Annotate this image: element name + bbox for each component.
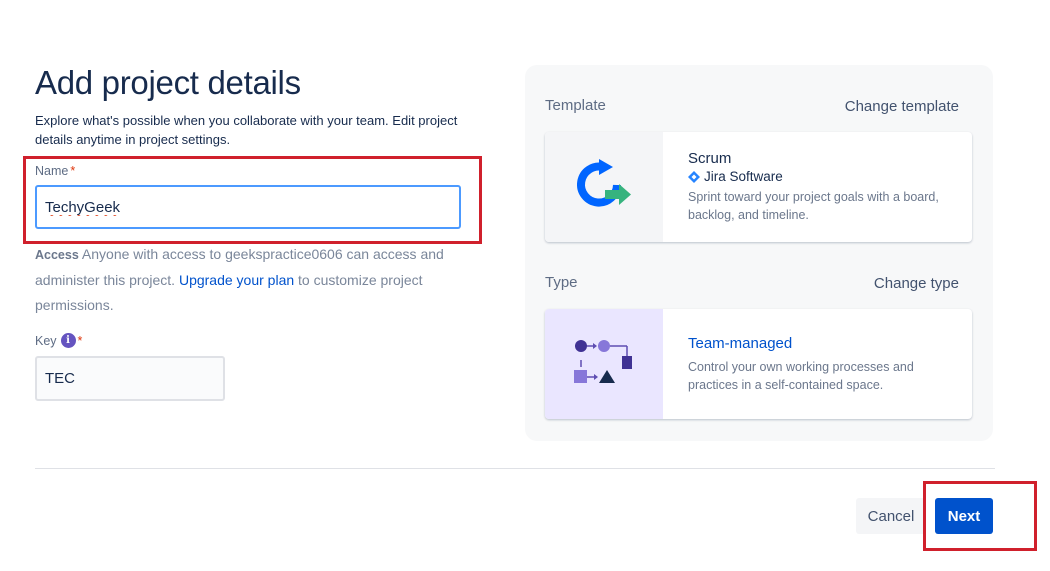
next-highlight-box — [923, 481, 1037, 551]
info-icon[interactable]: i — [60, 333, 76, 348]
scrum-illustration — [545, 132, 663, 242]
team-managed-illustration — [545, 309, 663, 419]
template-section-label: Template — [545, 97, 606, 114]
project-settings-panel: Template Change template Scrum Jira Soft… — [525, 65, 993, 441]
change-template-button[interactable]: Change template — [845, 98, 959, 115]
workflow-icon — [574, 340, 632, 383]
template-card-description: Sprint toward your project goals with a … — [688, 190, 939, 222]
access-label: Access — [35, 248, 79, 262]
upgrade-plan-link[interactable]: Upgrade your plan — [179, 272, 294, 288]
cancel-button[interactable]: Cancel — [856, 498, 926, 534]
template-product-name: Jira Software — [704, 169, 783, 184]
key-label: Key i * — [35, 333, 83, 348]
name-highlight-box — [23, 156, 482, 244]
type-card[interactable]: Team-managed Control your own working pr… — [545, 309, 972, 419]
required-mark: * — [77, 333, 83, 348]
template-card[interactable]: Scrum Jira Software Sprint toward your p… — [545, 132, 972, 242]
footer-divider — [35, 468, 995, 469]
change-type-button[interactable]: Change type — [874, 275, 959, 292]
type-card-description: Control your own working processes and p… — [688, 360, 914, 392]
jira-diamond-icon — [688, 170, 700, 183]
template-card-title: Scrum — [688, 150, 732, 167]
page-title: Add project details — [35, 64, 301, 101]
scrum-cycle-icon — [577, 159, 631, 207]
type-card-title: Team-managed — [688, 335, 793, 352]
type-section-label: Type — [545, 274, 578, 291]
page-intro: Explore what's possible when you collabo… — [35, 113, 458, 147]
key-input[interactable] — [35, 356, 225, 401]
access-info: Access Anyone with access to geekspracti… — [35, 242, 465, 318]
